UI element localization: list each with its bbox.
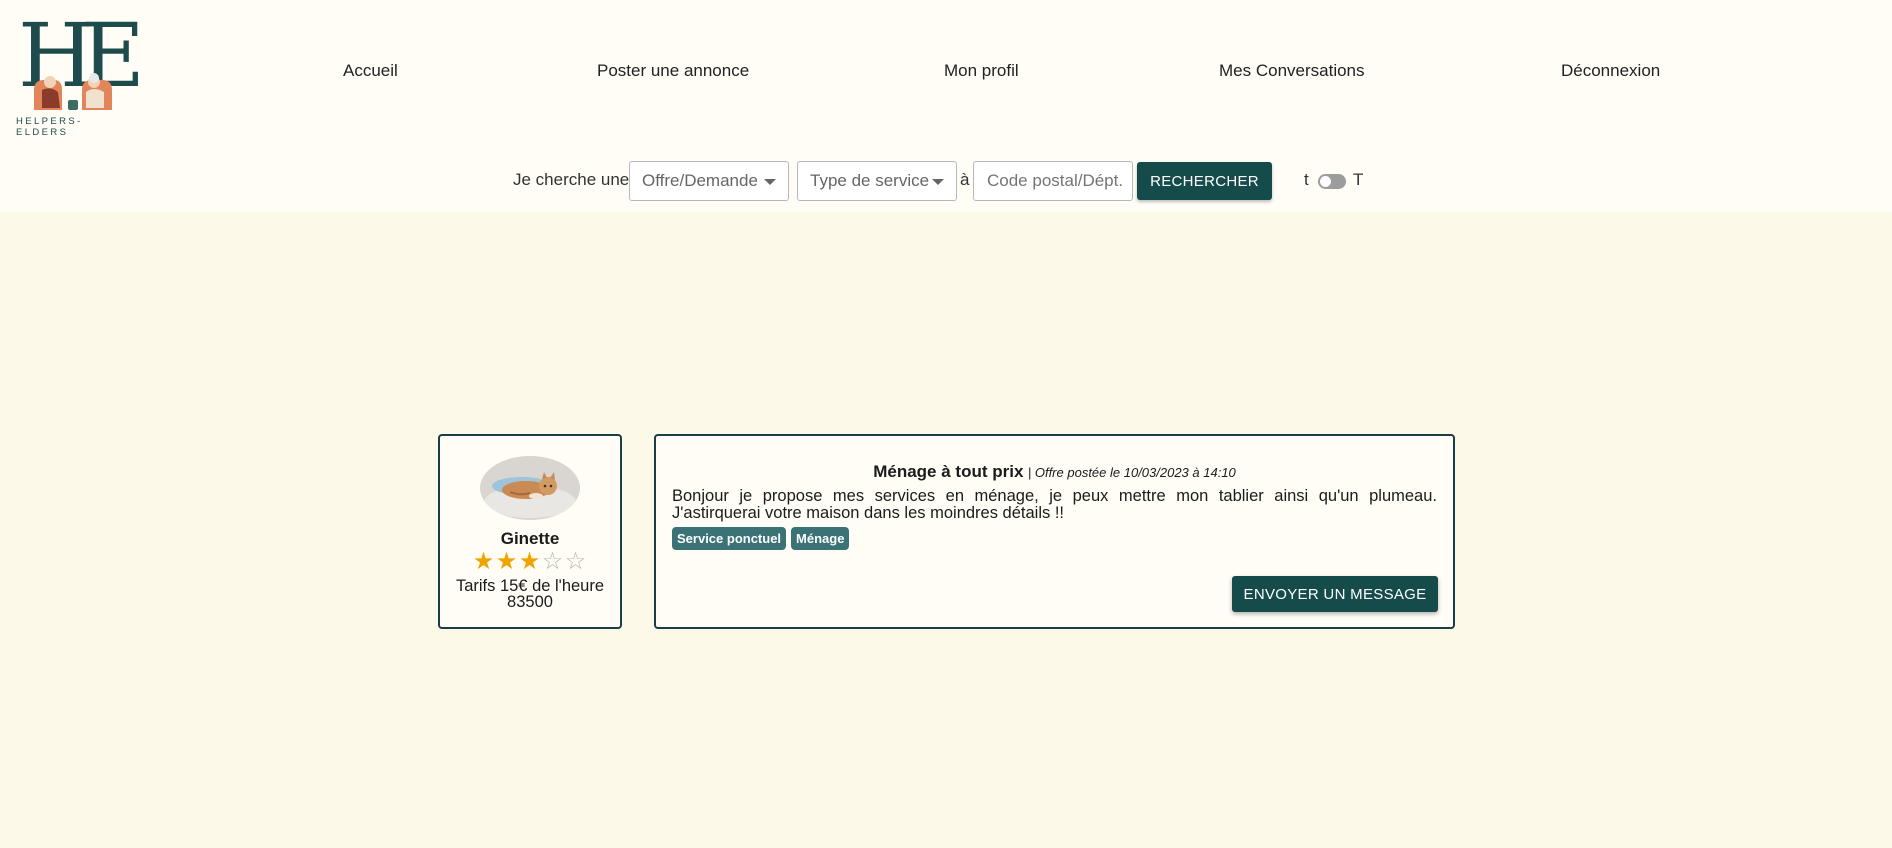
offer-type-select[interactable]: Offre/Demande bbox=[629, 161, 789, 201]
nav-deconnexion[interactable]: Déconnexion bbox=[1561, 61, 1660, 81]
search-connector: à bbox=[960, 170, 970, 189]
rating-stars: ★★★☆☆ bbox=[472, 548, 590, 575]
theme-toggle[interactable] bbox=[1318, 174, 1346, 189]
cat-photo-icon bbox=[480, 456, 580, 520]
chevron-down-icon bbox=[764, 179, 776, 185]
nav-mes-conversations[interactable]: Mes Conversations bbox=[1219, 61, 1365, 81]
logo-caption: HELPERS-ELDERS bbox=[16, 116, 83, 138]
star-empty-icon: ☆ bbox=[564, 548, 587, 575]
offer-type-value: Offre/Demande bbox=[642, 171, 758, 190]
offer-title: Ménage à tout prix bbox=[873, 462, 1024, 481]
toggle-left-label: t bbox=[1304, 170, 1309, 189]
send-message-button[interactable]: ENVOYER UN MESSAGE bbox=[1232, 576, 1438, 612]
tag-menage: Ménage bbox=[791, 527, 850, 550]
star-empty-icon: ☆ bbox=[541, 548, 564, 575]
service-type-select[interactable]: Type de service bbox=[797, 161, 957, 201]
profile-postal-code: 83500 bbox=[507, 593, 553, 611]
offer-tags: Service ponctuel Ménage bbox=[672, 527, 854, 550]
offer-card: Ménage à tout prix | Offre postée le 10/… bbox=[654, 434, 1455, 629]
offer-posted-date: | Offre postée le 10/03/2023 à 14:10 bbox=[1027, 465, 1236, 480]
nav-poster-annonce[interactable]: Poster une annonce bbox=[597, 61, 749, 81]
profile-card: Ginette ★★★☆☆ Tarifs 15€ de l'heure 8350… bbox=[438, 434, 622, 629]
chevron-down-icon bbox=[932, 179, 944, 185]
site-logo[interactable]: HE HELPERS-ELDERS bbox=[14, 12, 145, 139]
nav-accueil[interactable]: Accueil bbox=[343, 61, 398, 81]
star-filled-icon: ★ bbox=[518, 548, 541, 575]
toggle-knob bbox=[1320, 176, 1331, 187]
star-filled-icon: ★ bbox=[495, 548, 518, 575]
profile-name: Ginette bbox=[500, 529, 560, 548]
offer-header: Ménage à tout prix | Offre postée le 10/… bbox=[656, 462, 1453, 482]
offer-description: Bonjour je propose mes services en ménag… bbox=[672, 487, 1437, 522]
avatar bbox=[480, 456, 580, 520]
search-button[interactable]: RECHERCHER bbox=[1137, 162, 1272, 200]
postal-code-input[interactable] bbox=[973, 161, 1133, 201]
nav-mon-profil[interactable]: Mon profil bbox=[944, 61, 1019, 81]
tag-service-ponctuel: Service ponctuel bbox=[672, 527, 787, 550]
elders-illustration-icon bbox=[34, 73, 112, 110]
star-filled-icon: ★ bbox=[472, 548, 495, 575]
service-type-value: Type de service bbox=[810, 171, 930, 190]
toggle-right-label: T bbox=[1353, 170, 1364, 189]
search-prefix-label: Je cherche une bbox=[513, 170, 630, 189]
top-bar: HE HELPERS-ELDERS Accueil Poster une ann… bbox=[0, 0, 1892, 212]
